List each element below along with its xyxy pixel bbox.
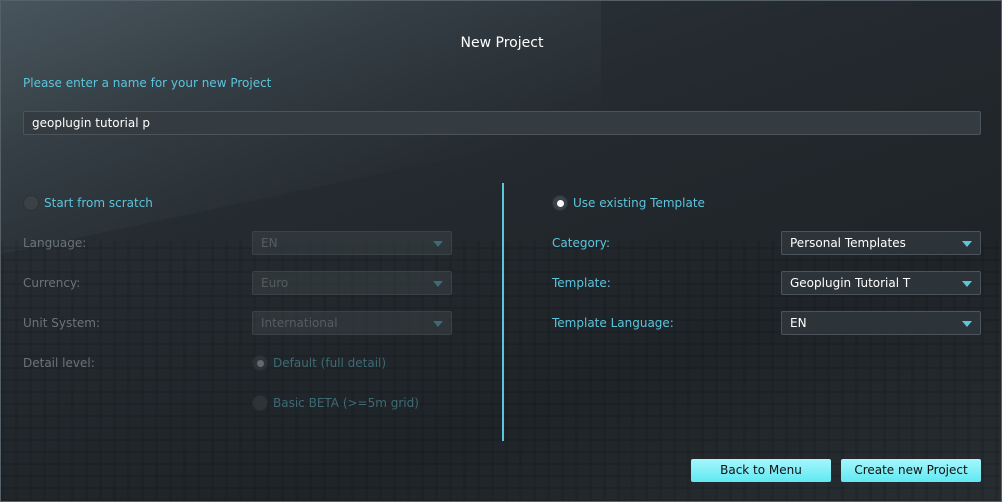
template-language-value: EN bbox=[790, 316, 807, 330]
chevron-down-icon bbox=[962, 321, 972, 327]
category-value: Personal Templates bbox=[790, 236, 906, 250]
detail-level-label: Detail level: bbox=[23, 356, 95, 370]
detail-default-label: Default (full detail) bbox=[273, 356, 387, 370]
chevron-down-icon bbox=[962, 241, 972, 247]
template-language-label: Template Language: bbox=[552, 316, 674, 330]
start-from-scratch-label[interactable]: Start from scratch bbox=[44, 196, 153, 210]
column-divider bbox=[502, 183, 504, 441]
unit-system-value: International bbox=[261, 316, 338, 330]
chevron-down-icon bbox=[962, 281, 972, 287]
dialog-title: New Project bbox=[460, 35, 544, 51]
template-language-select[interactable]: EN bbox=[781, 311, 981, 335]
name-prompt: Please enter a name for your new Project bbox=[23, 76, 272, 90]
language-value: EN bbox=[261, 236, 278, 250]
create-new-project-button[interactable]: Create new Project bbox=[841, 459, 981, 482]
chevron-down-icon bbox=[433, 241, 443, 247]
category-label: Category: bbox=[552, 236, 610, 250]
detail-basic-label: Basic BETA (>=5m grid) bbox=[273, 396, 419, 410]
detail-basic-radio bbox=[252, 395, 268, 411]
currency-value: Euro bbox=[261, 276, 289, 290]
use-template-label[interactable]: Use existing Template bbox=[573, 196, 705, 210]
start-from-scratch-radio[interactable] bbox=[23, 195, 39, 211]
new-project-dialog: New Project Please enter a name for your… bbox=[0, 0, 1002, 502]
template-label: Template: bbox=[552, 276, 611, 290]
currency-label: Currency: bbox=[23, 276, 81, 290]
category-select[interactable]: Personal Templates bbox=[781, 231, 981, 255]
detail-default-radio bbox=[252, 355, 268, 371]
template-select[interactable]: Geoplugin Tutorial T bbox=[781, 271, 981, 295]
unit-system-select: International bbox=[252, 311, 452, 335]
language-select: EN bbox=[252, 231, 452, 255]
language-label: Language: bbox=[23, 236, 87, 250]
use-template-radio[interactable] bbox=[552, 195, 568, 211]
template-value: Geoplugin Tutorial T bbox=[790, 276, 911, 290]
back-to-menu-button[interactable]: Back to Menu bbox=[691, 459, 831, 482]
project-name-input[interactable] bbox=[23, 111, 981, 135]
unit-system-label: Unit System: bbox=[23, 316, 101, 330]
chevron-down-icon bbox=[433, 281, 443, 287]
chevron-down-icon bbox=[433, 321, 443, 327]
currency-select: Euro bbox=[252, 271, 452, 295]
